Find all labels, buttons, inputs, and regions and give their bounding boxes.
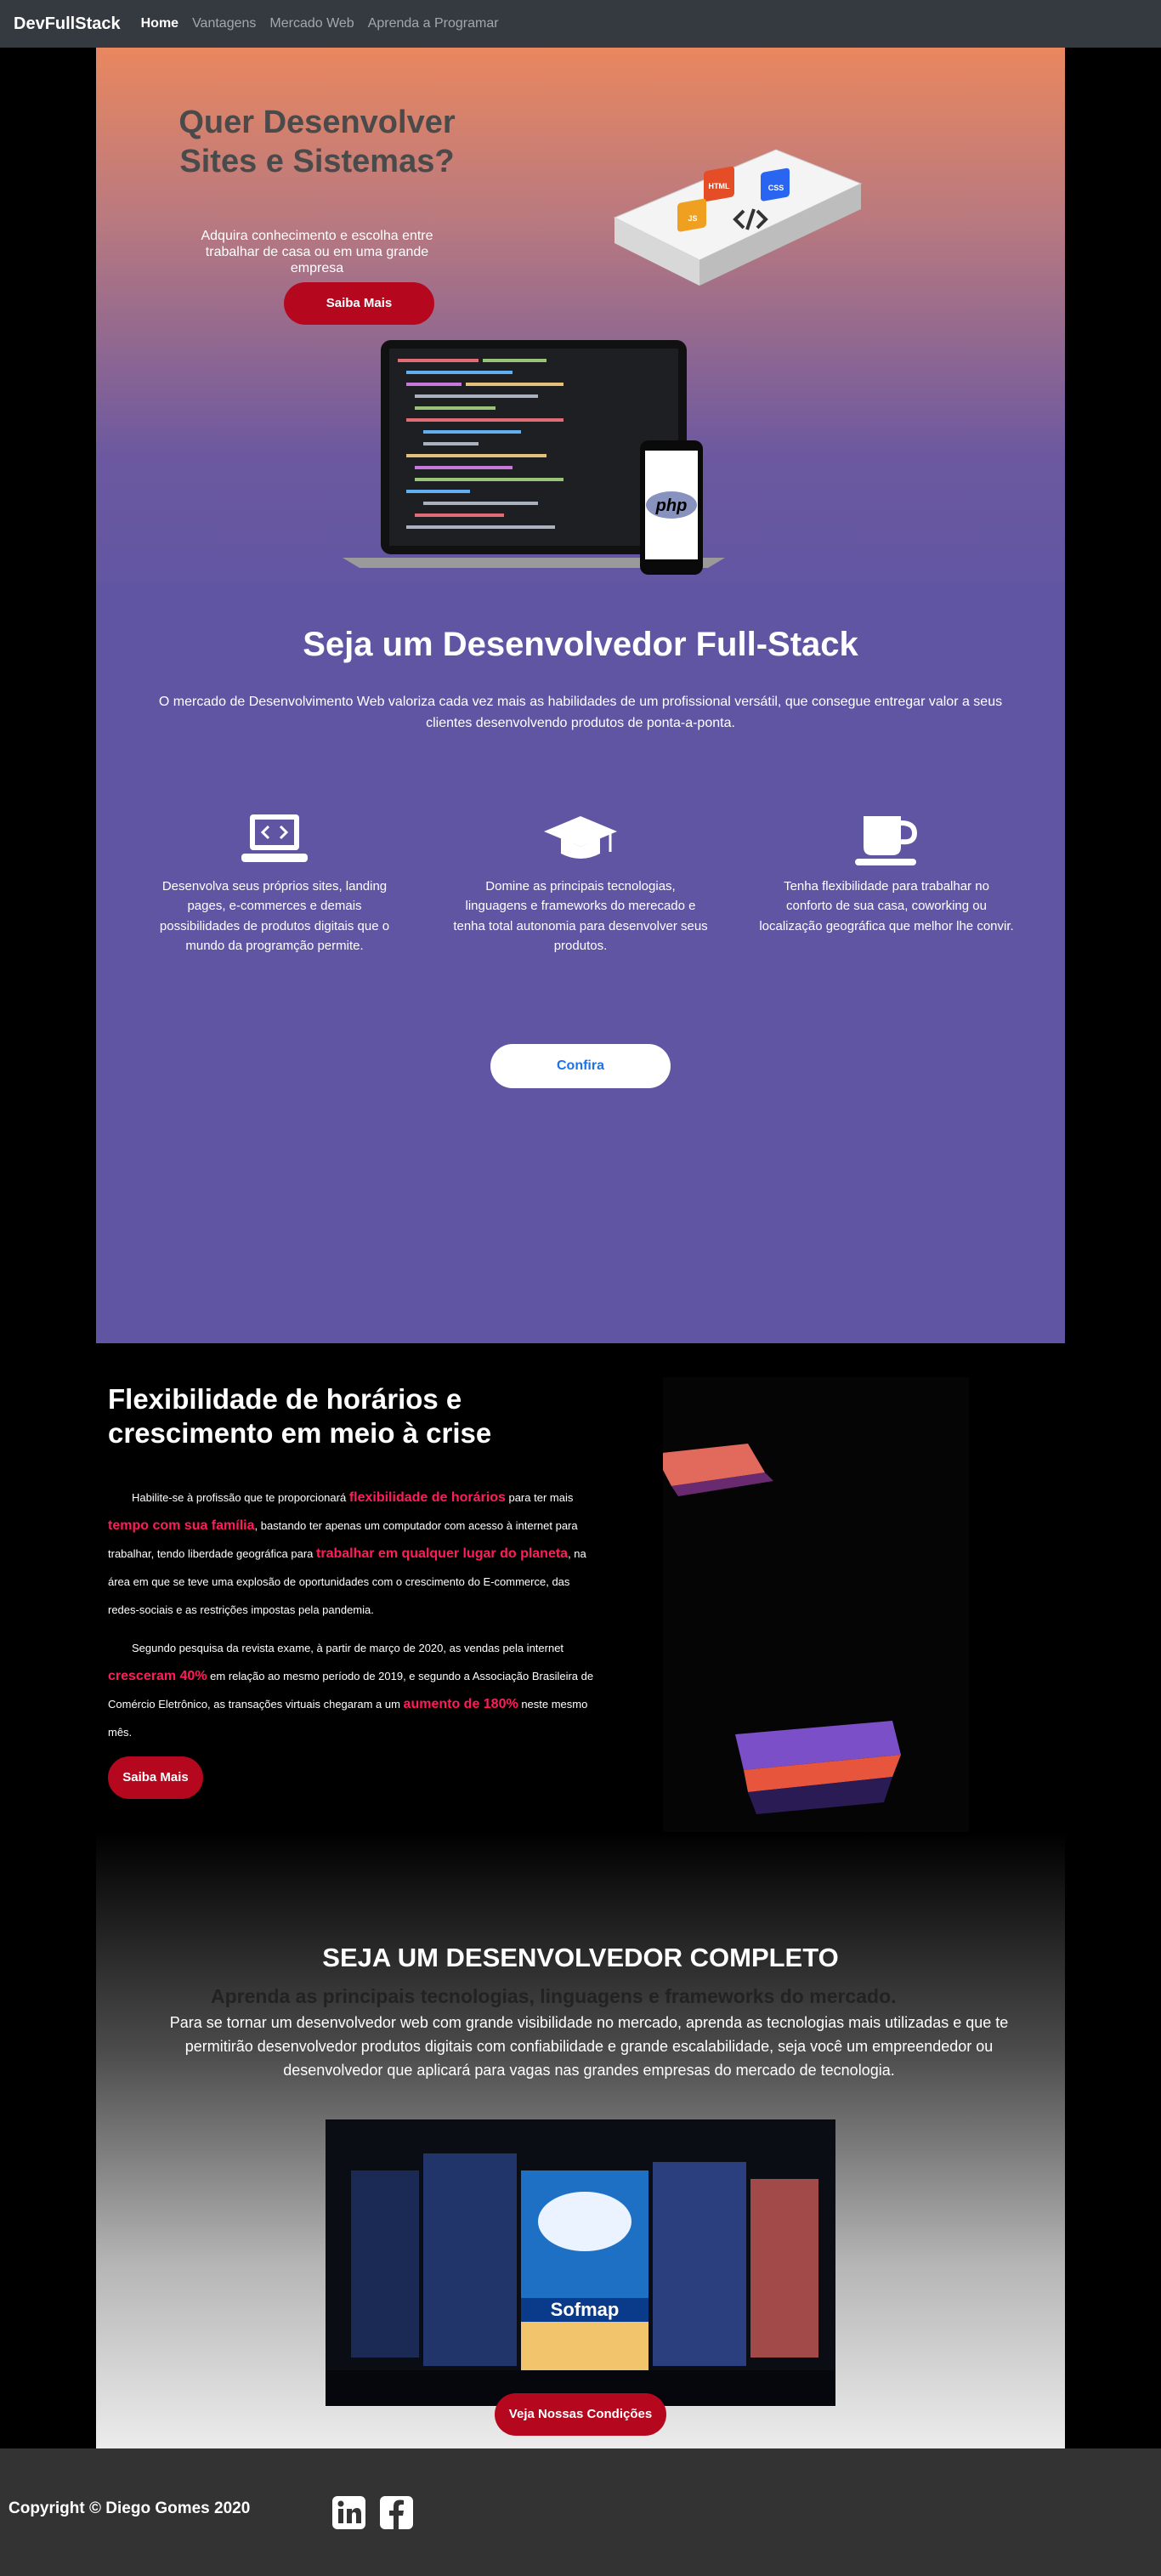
nav-vantagens[interactable]: Vantagens [192, 16, 256, 31]
js-icon: JS [688, 214, 697, 223]
linkedin-icon[interactable] [331, 2495, 366, 2530]
laptop-phone-code-image: php [343, 340, 725, 575]
flexibility-paragraph-2: Segundo pesquisa da revista exame, à par… [108, 1642, 594, 1739]
feature-master-tech-text: Domine as principais tecnologias, lingua… [453, 879, 708, 953]
flexibility-saiba-mais-button[interactable]: Saiba Mais [108, 1756, 203, 1799]
sofmap-sign: Sofmap [551, 2299, 620, 2320]
php-logo: php [655, 496, 688, 515]
feature-flexibility: Tenha flexibilidade para trabalhar no co… [759, 813, 1014, 936]
fullstack-section: Seja um Desenvolvedor Full-Stack O merca… [96, 583, 1065, 1343]
graduation-cap-icon [544, 816, 617, 859]
web-tech-book-image: HTML CSS JS [613, 149, 863, 286]
feature-build-sites-text: Desenvolva seus próprios sites, landing … [159, 879, 390, 953]
flexibility-title: Flexibilidade de horários e crescimento … [108, 1383, 492, 1449]
city-storefront-photo: Sofmap [326, 2119, 835, 2406]
laptop-code-icon [241, 814, 308, 862]
copyright-text: Copyright © Diego Gomes 2020 [8, 2499, 251, 2517]
hero-subtitle: Adquira conhecimento e escolha entre tra… [201, 229, 433, 276]
html5-icon: HTML [709, 182, 730, 190]
nav-mercado-web[interactable]: Mercado Web [269, 16, 354, 31]
flexibility-section: Flexibilidade de horários e crescimento … [108, 1382, 601, 1746]
feature-master-tech: Domine as principais tecnologias, lingua… [453, 813, 708, 956]
footer: Copyright © Diego Gomes 2020 [0, 2448, 1161, 2576]
glowing-laptop-photo [663, 1377, 969, 1867]
coffee-cup-icon [855, 816, 918, 865]
veja-condicoes-button[interactable]: Veja Nossas Condições [495, 2393, 666, 2436]
brand-logo[interactable]: DevFullStack [14, 14, 121, 34]
complete-dev-section: SEJA UM DESENVOLVEDOR COMPLETO Aprenda a… [96, 1832, 1065, 2448]
flexibility-paragraph-1: Habilite-se à profissão que te proporcio… [108, 1490, 586, 1617]
css3-icon: CSS [768, 184, 784, 192]
nav-aprenda-programar[interactable]: Aprenda a Programar [368, 16, 499, 31]
hero-title: Quer Desenvolver Sites e Sistemas? [178, 105, 456, 179]
navbar: DevFullStack Home Vantagens Mercado Web … [0, 0, 1161, 48]
fullstack-description: O mercado de Desenvolvimento Web valoriz… [158, 695, 1003, 730]
complete-dev-subtitle: Aprenda as principais tecnologias, lingu… [211, 1985, 897, 2007]
feature-build-sites: Desenvolva seus próprios sites, landing … [147, 813, 402, 956]
hero-saiba-mais-button[interactable]: Saiba Mais [284, 282, 434, 325]
confira-button[interactable]: Confira [490, 1044, 671, 1088]
facebook-icon[interactable] [379, 2495, 414, 2530]
hero-section: Quer Desenvolver Sites e Sistemas? Adqui… [96, 48, 1065, 634]
nav-home[interactable]: Home [141, 16, 178, 31]
fullstack-title: Seja um Desenvolvedor Full-Stack [303, 626, 858, 663]
feature-flexibility-text: Tenha flexibilidade para trabalhar no co… [759, 879, 1014, 933]
complete-dev-description: Para se tornar um desenvolvedor web com … [169, 2014, 1009, 2079]
complete-dev-title: SEJA UM DESENVOLVEDOR COMPLETO [322, 1943, 839, 1972]
